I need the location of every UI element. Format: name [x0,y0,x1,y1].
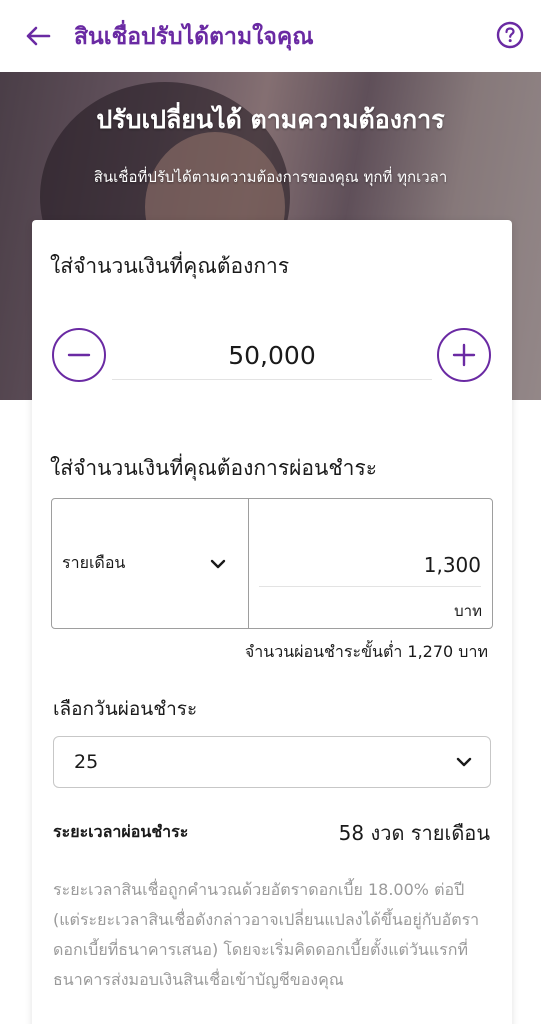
header-bar: สินเชื่อปรับได้ตามใจคุณ [0,0,541,72]
hero-subtitle: สินเชื่อที่ปรับได้ตามความต้องการของคุณ ท… [93,168,448,186]
installment-label: ใส่จำนวนเงินที่คุณต้องการผ่อนชำระ [50,456,377,480]
help-button[interactable] [495,20,525,50]
term-label: ระยะเวลาผ่อนชำระ [53,822,189,841]
installment-amount-wrap: บาท [249,499,492,628]
page-title: สินเชื่อปรับได้ตามใจคุณ [74,24,314,50]
increase-amount-button[interactable] [437,328,491,382]
chevron-down-icon [456,757,472,767]
frequency-value: รายเดือน [62,553,126,572]
frequency-select[interactable]: รายเดือน [52,499,249,628]
question-circle-icon [496,21,524,49]
hero-title: ปรับเปลี่ยนได้ ตามความต้องการ [96,105,445,134]
payment-date-select[interactable]: 25 [53,736,491,788]
payment-date-label: เลือกวันผ่อนชำระ [53,698,198,720]
app-screen: สินเชื่อปรับได้ตามใจคุณ ปรับเปลี่ยนได้ ต… [0,0,541,1024]
chevron-down-icon [210,559,226,568]
term-value: 58 งวด รายเดือน [338,821,490,845]
loan-amount-input[interactable] [112,332,432,380]
loan-calculator-card: ใส่จำนวนเงินที่คุณต้องการ ใส่จำนวนเงินที… [32,220,512,1024]
decrease-amount-button[interactable] [52,328,106,382]
currency-unit: บาท [454,602,482,620]
plus-circle-icon [452,343,476,367]
installment-box: รายเดือน บาท [51,498,493,629]
minimum-installment-note: จำนวนผ่อนชำระขั้นต่ำ 1,270 บาท [244,642,488,661]
payment-date-value: 25 [74,751,99,773]
installment-amount-input[interactable] [259,543,481,587]
interest-disclaimer: ระยะเวลาสินเชื่อถูกคำนวณด้วยอัตราดอกเบี้… [53,880,480,989]
back-button[interactable] [20,18,56,54]
arrow-left-icon [26,26,51,46]
loan-amount-label: ใส่จำนวนเงินที่คุณต้องการ [50,254,290,278]
minus-circle-icon [67,353,91,357]
